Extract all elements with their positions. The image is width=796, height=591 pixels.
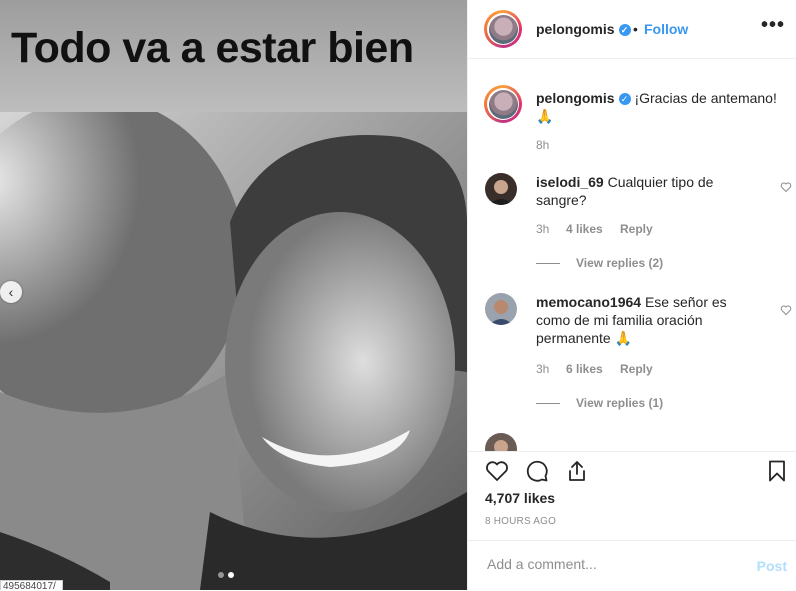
comment: iselodi_69 Cualquier tipo de sangre? [536,173,746,209]
comments-list[interactable]: pelongomis ✓ ¡Gracias de antemano! 🙏 8h i… [468,59,796,451]
comment-time[interactable]: 3h [536,222,549,236]
heart-icon[interactable] [485,459,509,483]
reply-label[interactable]: Reply [620,222,653,236]
comment-likes[interactable]: 4 likes [566,222,603,236]
photo-banner: Todo va a estar bien [0,0,467,112]
separator: • [633,21,638,37]
comment-likes-text[interactable]: 4 likes [566,222,603,236]
post-photo[interactable]: Todo va a estar bien ‹ 495684017/ [0,0,467,590]
view-replies-button[interactable]: View replies (1) [536,396,663,410]
comment-time[interactable]: 3h [536,362,549,376]
photo-caption-overlay: Todo va a estar bien [11,24,414,72]
divider [536,262,560,264]
comment-username[interactable]: memocano1964 [536,294,641,310]
verified-badge-icon: ✓ [618,93,631,106]
view-replies-label[interactable]: View replies (1) [576,396,663,410]
carousel-dot-active [228,572,234,578]
caption: pelongomis ✓ ¡Gracias de antemano! 🙏 [536,89,786,125]
carousel-prev-button[interactable]: ‹ [0,281,22,303]
comment-likes-text[interactable]: 6 likes [566,362,603,376]
author-avatar[interactable] [484,10,522,48]
follow-button[interactable]: Follow [644,21,688,37]
comment-like-heart-icon[interactable] [780,181,792,193]
comment-likes[interactable]: 6 likes [566,362,603,376]
view-replies-label[interactable]: View replies (2) [576,256,663,270]
verified-badge-icon: ✓ [618,24,631,37]
comment-input[interactable] [485,555,749,573]
carousel-dot [218,572,224,578]
share-icon[interactable] [565,459,589,483]
reply-button[interactable]: Reply [620,362,653,376]
caption-time[interactable]: 8h [536,138,549,152]
add-comment-bar: Post [468,540,796,591]
view-replies-button[interactable]: View replies (2) [536,256,663,270]
likes-count[interactable]: 4,707 likes [485,490,555,506]
caption-username[interactable]: pelongomis [536,90,615,106]
comment-icon[interactable] [525,459,549,483]
reply-button[interactable]: Reply [620,222,653,236]
status-url: 495684017/ [0,580,63,590]
comment-username[interactable]: iselodi_69 [536,174,604,190]
post-actions: 4,707 likes 8 HOURS AGO Post [468,451,796,591]
comment-like-heart-icon[interactable] [780,304,792,316]
post-comment-button[interactable]: Post [757,558,787,574]
comment-avatar[interactable] [485,173,517,205]
comment-avatar[interactable] [485,433,517,451]
carousel-dots [218,572,234,578]
author-username-text[interactable]: pelongomis [536,21,615,37]
comment: memocano1964 Ese señor es como de mi fam… [536,293,756,347]
chevron-left-icon: ‹ [8,284,14,300]
post-time-ago[interactable]: 8 HOURS AGO [485,516,556,527]
comment-avatar[interactable] [485,293,517,325]
divider [536,402,560,404]
post-header: pelongomis ✓ • Follow ••• [468,0,796,59]
reply-label[interactable]: Reply [620,362,653,376]
more-options-icon[interactable]: ••• [761,14,785,37]
author-username[interactable]: pelongomis ✓ [536,21,631,37]
post-side-panel: pelongomis ✓ • Follow ••• pelongomis ✓ ¡Gr… [467,0,796,590]
caption-avatar[interactable] [484,85,522,123]
bookmark-icon[interactable] [765,459,789,483]
photo-image [0,112,467,590]
